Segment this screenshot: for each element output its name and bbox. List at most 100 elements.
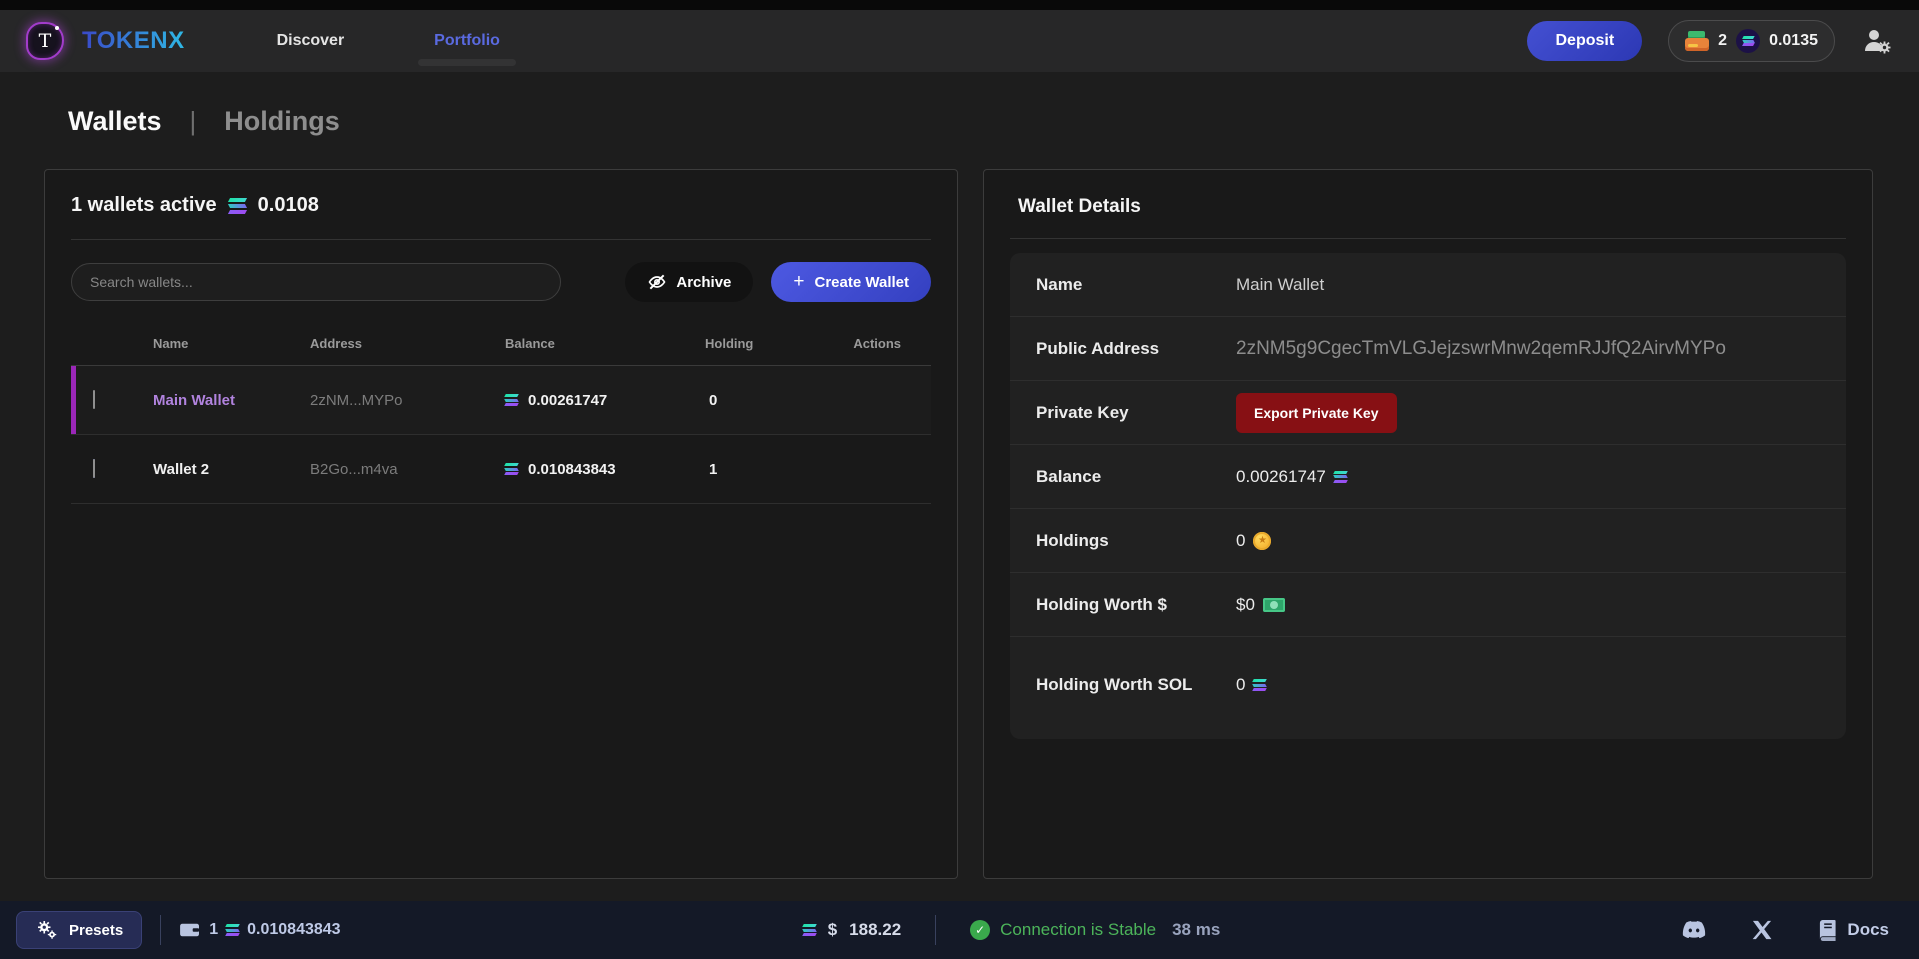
solana-icon (505, 394, 518, 406)
public-address-label: Public Address (1036, 336, 1236, 362)
navbar: T TOKENX Discover Portfolio Deposit 2 0.… (0, 10, 1919, 72)
create-wallet-button[interactable]: + Create Wallet (771, 262, 931, 302)
logo-letter: T (39, 30, 52, 52)
solana-icon (1334, 471, 1347, 483)
sol-price: $ 188.22 (803, 920, 901, 940)
solana-icon (1253, 679, 1266, 691)
col-address: Address (310, 336, 505, 351)
wallet-checkbox[interactable] (93, 390, 95, 409)
connection-status-text: Connection is Stable (1000, 920, 1156, 940)
tab-separator: | (190, 106, 197, 137)
footer-wallet-summary: 1 0.010843843 (179, 921, 340, 939)
latency-value: 38 ms (1172, 920, 1220, 940)
holdings-value: 0 (1236, 531, 1245, 551)
holdings-label: Holdings (1036, 528, 1236, 554)
balance-value: 0.00261747 (1236, 467, 1326, 487)
detail-row-name: Name Main Wallet (1010, 253, 1846, 317)
wallets-panel: 1 wallets active 0.0108 Archive (44, 169, 958, 879)
create-wallet-label: Create Wallet (815, 274, 909, 291)
discord-icon[interactable] (1682, 918, 1706, 942)
book-icon (1818, 920, 1837, 941)
public-address-value: 2zNM5g9CgecTmVLGJejzswrMnw2qemRJJfQ2Airv… (1236, 338, 1846, 360)
presets-button[interactable]: Presets (16, 911, 142, 949)
gears-icon (35, 919, 59, 941)
account-balance-pill[interactable]: 2 0.0135 (1668, 20, 1835, 62)
wallets-toolbar: Archive + Create Wallet (71, 262, 931, 302)
detail-row-worth-usd: Holding Worth $ $0 (1010, 573, 1846, 637)
nav-item-discover[interactable]: Discover (275, 26, 347, 56)
archive-label: Archive (676, 274, 731, 291)
divider (160, 915, 161, 945)
docs-link[interactable]: Docs (1818, 920, 1889, 941)
money-icon (1263, 598, 1285, 612)
worth-sol-value: 0 (1236, 675, 1245, 695)
wallet-row-main-wallet[interactable]: Main Wallet 2zNM...MYPo 0.00261747 0 (71, 366, 931, 435)
wallet-details-title: Wallet Details (1010, 192, 1846, 218)
balance-label: Balance (1036, 464, 1236, 490)
wallet-icon (179, 921, 201, 939)
wallet-checkbox[interactable] (93, 459, 95, 478)
navbar-right: Deposit 2 0.0135 (1527, 20, 1891, 62)
footer-wallet-count: 1 (209, 921, 218, 939)
x-twitter-icon[interactable] (1750, 918, 1774, 942)
tab-holdings[interactable]: Holdings (224, 106, 340, 137)
nav-links: Discover Portfolio (275, 26, 502, 56)
main-content: Wallets | Holdings 1 wallets active 0.01… (0, 72, 1919, 901)
solana-icon (226, 924, 239, 936)
archive-button[interactable]: Archive (625, 262, 753, 302)
wallets-table-header: Name Address Balance Holding Actions (71, 328, 931, 365)
check-circle-icon: ✓ (970, 920, 990, 940)
coin-icon: ★ (1253, 532, 1271, 550)
wallet-address: B2Go...m4va (310, 461, 505, 478)
detail-row-worth-sol: Holding Worth SOL 0 (1010, 637, 1846, 733)
private-key-label: Private Key (1036, 400, 1236, 426)
wallets-summary: 1 wallets active 0.0108 (71, 194, 931, 217)
app-logo[interactable]: T (26, 22, 64, 60)
worth-sol-label: Holding Worth SOL (1036, 672, 1236, 698)
detail-row-holdings: Holdings 0 ★ (1010, 509, 1846, 573)
status-bar: Presets 1 0.010843843 $ 188.22 ✓ Connect… (0, 901, 1919, 959)
user-settings-icon[interactable] (1861, 26, 1891, 56)
solana-icon (229, 198, 246, 214)
detail-row-balance: Balance 0.00261747 (1010, 445, 1846, 509)
footer-center: $ 188.22 ✓ Connection is Stable 38 ms (803, 915, 1221, 945)
sol-balance: 0.0135 (1769, 32, 1818, 50)
solana-icon (505, 463, 518, 475)
col-name: Name (135, 336, 310, 351)
window-top-strip (0, 0, 1919, 10)
price-currency: $ (828, 920, 837, 940)
view-tabs: Wallets | Holdings (44, 72, 1874, 137)
wallet-holding: 0 (705, 392, 845, 409)
wallets-active-count: 1 wallets active (71, 194, 217, 217)
wallet-balance: 0.00261747 (528, 392, 607, 409)
name-value: Main Wallet (1236, 275, 1846, 295)
worth-usd-label: Holding Worth $ (1036, 592, 1236, 618)
brand-title: TOKENX (82, 27, 185, 55)
wallet-row-wallet-2[interactable]: Wallet 2 B2Go...m4va 0.010843843 1 (71, 435, 931, 504)
wallets-active-sol: 0.0108 (258, 194, 319, 217)
divider (1010, 238, 1846, 239)
solana-badge-icon (1736, 29, 1760, 53)
connection-status: ✓ Connection is Stable 38 ms (970, 920, 1220, 940)
col-balance: Balance (505, 336, 705, 351)
solana-icon (803, 924, 816, 936)
nav-item-portfolio[interactable]: Portfolio (432, 26, 502, 56)
presets-label: Presets (69, 922, 123, 939)
detail-row-private-key: Private Key Export Private Key (1010, 381, 1846, 445)
wallet-holding: 1 (705, 461, 845, 478)
tab-wallets[interactable]: Wallets (68, 106, 162, 137)
wallet-details-card: Name Main Wallet Public Address 2zNM5g9C… (1010, 253, 1846, 739)
logo-dot (55, 26, 59, 30)
footer-sol-total: 0.010843843 (247, 921, 340, 939)
wallets-table: Name Address Balance Holding Actions Mai… (71, 328, 931, 504)
divider (71, 239, 931, 240)
name-label: Name (1036, 272, 1236, 298)
wallet-name: Wallet 2 (135, 461, 310, 478)
wallet-icon (1685, 31, 1709, 51)
footer-links: Docs (1682, 918, 1889, 942)
search-input[interactable] (71, 263, 561, 301)
col-actions: Actions (845, 336, 931, 351)
divider (935, 915, 936, 945)
export-private-key-button[interactable]: Export Private Key (1236, 393, 1397, 433)
deposit-button[interactable]: Deposit (1527, 21, 1642, 61)
